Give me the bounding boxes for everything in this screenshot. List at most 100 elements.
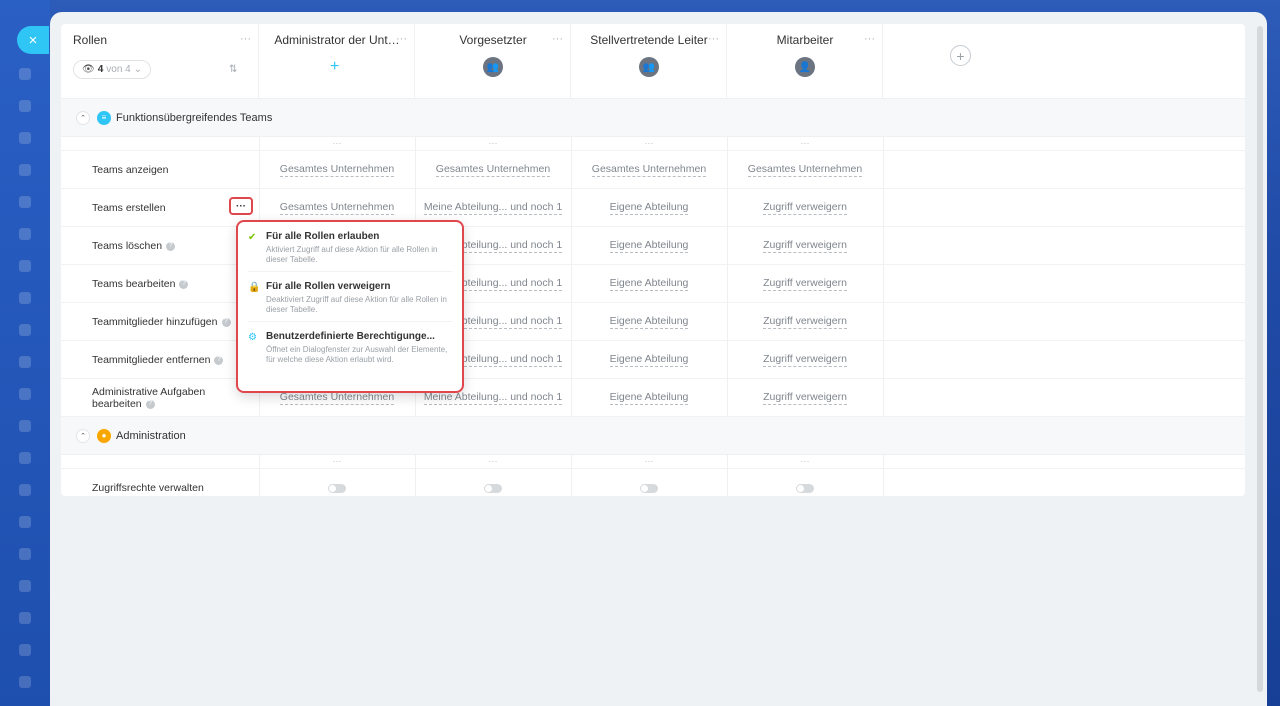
column-divider	[571, 137, 572, 417]
permission-cell[interactable]: Eigene Abteilung	[571, 341, 727, 379]
permission-value[interactable]: Gesamtes Unternehmen	[747, 163, 863, 177]
deny-all-roles-item[interactable]: 🔒 Für alle Rollen verweigern Deaktiviert…	[248, 278, 452, 322]
permission-cell[interactable]: Zugriff verweigern	[727, 379, 883, 417]
close-slider-button[interactable]: ×	[17, 26, 49, 54]
permission-value[interactable]: Zugriff verweigern	[763, 201, 847, 215]
help-icon[interactable]: ?	[166, 241, 176, 251]
permission-cell[interactable]: Eigene Abteilung	[571, 227, 727, 265]
permission-cell[interactable]: Gesamtes Unternehmen	[259, 151, 415, 189]
group-title: Funktionsübergreifendes Teams	[116, 111, 273, 124]
permission-cell[interactable]: Zugriff verweigern	[727, 341, 883, 379]
permission-cell[interactable]: Gesamtes Unternehmen	[727, 151, 883, 189]
column-more-button[interactable]: ···	[727, 455, 883, 467]
group-icon[interactable]: 👥	[639, 57, 659, 77]
menu-item-description: Aktiviert Zugriff auf diese Aktion für a…	[266, 245, 438, 264]
column-more-button[interactable]: ···	[259, 455, 415, 467]
allow-all-roles-item[interactable]: ✔ Für alle Rollen erlauben Aktiviert Zug…	[248, 228, 452, 272]
column-more-button[interactable]: ···	[415, 137, 571, 149]
permission-cell[interactable]: Zugriff verweigern	[727, 189, 883, 227]
sidebar-ghost-icon	[19, 164, 31, 176]
permission-toggle[interactable]	[796, 483, 814, 493]
permission-value[interactable]: Gesamtes Unternehmen	[279, 391, 395, 405]
chevron-down-icon: ⌄	[133, 64, 143, 75]
permission-value[interactable]: Gesamtes Unternehmen	[279, 163, 395, 177]
role-more-button[interactable]: ···	[396, 33, 407, 45]
permission-cell[interactable]: Gesamtes Unternehmen	[571, 151, 727, 189]
column-more-button[interactable]: ···	[415, 455, 571, 467]
chevron-up-icon[interactable]: ⌃	[76, 428, 90, 443]
help-icon[interactable]: ?	[214, 355, 224, 365]
permission-value[interactable]: Zugriff verweigern	[763, 239, 847, 253]
permission-value[interactable]: Zugriff verweigern	[763, 277, 847, 291]
permission-toggle-cell[interactable]	[259, 469, 415, 507]
permission-value[interactable]: Zugriff verweigern	[763, 315, 847, 329]
permission-cell[interactable]: Gesamtes Unternehmen	[415, 151, 571, 189]
help-icon[interactable]: ?	[221, 317, 231, 327]
vertical-scrollbar[interactable]	[1257, 26, 1263, 692]
group-icon[interactable]: 👥	[483, 57, 503, 77]
role-more-button[interactable]: ···	[552, 33, 563, 45]
permission-toggle[interactable]	[484, 483, 502, 493]
permission-cell[interactable]: Eigene Abteilung	[571, 379, 727, 417]
permission-cell[interactable]: Eigene Abteilung	[571, 189, 727, 227]
collapse-expand-icon[interactable]: ⇅	[229, 64, 237, 75]
role-name: Stellvertretende Leiter	[590, 33, 708, 47]
permission-toggle-cell[interactable]	[727, 469, 883, 507]
column-divider	[883, 137, 884, 417]
permission-value[interactable]: Eigene Abteilung	[609, 353, 689, 367]
permission-toggle-cell[interactable]	[571, 469, 727, 507]
permission-value[interactable]: Eigene Abteilung	[609, 239, 689, 253]
column-more-button[interactable]: ···	[727, 137, 883, 149]
permission-label: Teams bearbeiten?	[92, 265, 252, 303]
permission-value[interactable]: Gesamtes Unternehmen	[279, 201, 395, 215]
chevron-up-icon[interactable]: ⌃	[76, 110, 90, 125]
permission-cell[interactable]: Zugriff verweigern	[727, 227, 883, 265]
permission-value[interactable]: Eigene Abteilung	[609, 315, 689, 329]
permission-toggle[interactable]	[640, 483, 658, 493]
group-row-administration[interactable]: ⌃ ● Administration	[61, 417, 1245, 455]
group-row-teams[interactable]: ⌃ ≡ Funktionsübergreifendes Teams	[61, 99, 1245, 137]
permission-value[interactable]: Zugriff verweigern	[763, 353, 847, 367]
column-more-button[interactable]: ···	[571, 455, 727, 467]
portal-sidebar	[0, 0, 50, 706]
role-name: Mitarbeiter	[776, 33, 834, 47]
plus-icon[interactable]: +	[330, 59, 339, 75]
row-actions-button[interactable]: ···	[229, 197, 253, 215]
close-icon: ×	[28, 31, 38, 49]
column-more-button[interactable]: ···	[571, 137, 727, 149]
role-more-button[interactable]: ···	[708, 33, 719, 45]
permission-cell[interactable]: Eigene Abteilung	[571, 303, 727, 341]
counter-value: 4	[97, 64, 104, 75]
role-more-button[interactable]: ···	[864, 33, 875, 45]
menu-item-description: Öffnet ein Dialogfenster zur Auswahl der…	[266, 345, 448, 364]
permission-value[interactable]: Meine Abteilung... und noch 1	[423, 201, 563, 215]
column-divider	[259, 455, 260, 496]
permission-value[interactable]: Meine Abteilung... und noch 1	[423, 391, 563, 405]
permission-value[interactable]: Gesamtes Unternehmen	[435, 163, 551, 177]
permission-cell[interactable]: Eigene Abteilung	[571, 265, 727, 303]
permission-cell[interactable]: Zugriff verweigern	[727, 265, 883, 303]
user-icon[interactable]: 👤	[795, 57, 815, 77]
help-icon[interactable]: ?	[179, 279, 189, 289]
permission-value[interactable]: Eigene Abteilung	[609, 277, 689, 291]
custom-permissions-item[interactable]: ⚙ Benutzerdefinierte Berechtigunge... Öf…	[248, 328, 452, 371]
roles-more-button[interactable]: ···	[240, 33, 251, 45]
permission-toggle[interactable]	[328, 483, 346, 493]
roles-title: Rollen	[73, 33, 108, 47]
row-actions-popup: ✔ Für alle Rollen erlauben Aktiviert Zug…	[236, 220, 464, 393]
sidebar-ghost-icon	[19, 132, 31, 144]
roles-counter-dropdown[interactable]: 👁 4 von 4 ⌄	[73, 60, 152, 79]
permission-cell[interactable]: Zugriff verweigern	[727, 303, 883, 341]
permission-value[interactable]: Eigene Abteilung	[609, 201, 689, 215]
menu-item-description: Deaktiviert Zugriff auf diese Aktion für…	[266, 295, 447, 314]
help-icon[interactable]: ?	[145, 399, 155, 409]
column-more-button[interactable]: ···	[259, 137, 415, 149]
permission-toggle-cell[interactable]	[415, 469, 571, 507]
permission-label-text: Teams löschen	[92, 240, 163, 252]
permission-value[interactable]: Gesamtes Unternehmen	[591, 163, 707, 177]
permission-value[interactable]: Eigene Abteilung	[609, 391, 689, 405]
permissions-table: Rollen ··· 👁 4 von 4 ⌄ ⇅ Administrator d…	[61, 24, 1245, 496]
permission-value[interactable]: Zugriff verweigern	[763, 391, 847, 405]
add-role-button[interactable]: +	[950, 45, 971, 66]
column-divider	[571, 455, 572, 496]
